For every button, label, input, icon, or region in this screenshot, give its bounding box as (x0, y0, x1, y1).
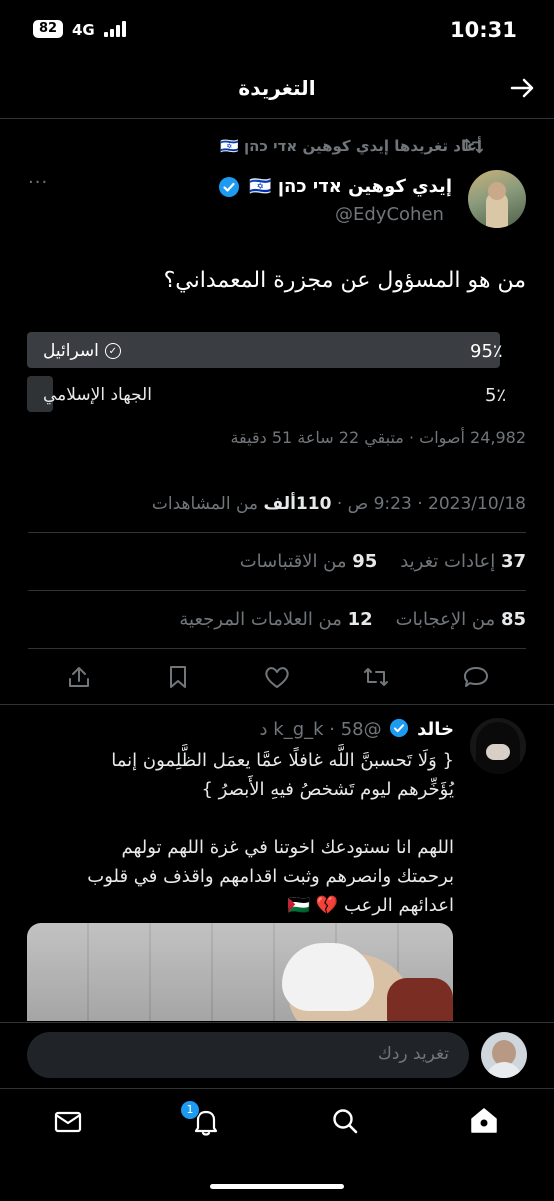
poll-option-2-label: الجهاد الإسلامي (43, 385, 152, 405)
reply-text-line: اللهم انا نستودعك اخوتنا في غزة اللهم تو… (121, 837, 454, 858)
author-avatar[interactable] (468, 170, 526, 228)
bookmarks-stat[interactable]: 12 من العلامات المرجعية (179, 609, 372, 630)
retweets-stat[interactable]: 37 إعادات تغريد (400, 551, 526, 572)
home-indicator (210, 1184, 344, 1189)
messages-envelope-icon[interactable] (53, 1108, 83, 1136)
reply-verified-badge-icon (389, 718, 409, 738)
verified-badge-icon (219, 177, 239, 197)
views-label: من المشاهدات (151, 494, 259, 514)
poll-winner-check-icon: ✓ (104, 343, 121, 359)
reply-text-line: اعدائهم الرعب 💔 🇵🇸 (287, 895, 454, 916)
reply-text-line: برحمتك وانصرهم وثبت اقدامهم واقذف في قلو… (87, 866, 454, 887)
tweet-date: 2023/10/18 (428, 494, 526, 514)
stats-divider-1 (28, 590, 526, 591)
reply-input-placeholder: تغريد ردك (377, 1044, 449, 1064)
notifications-badge: 1 (180, 1100, 200, 1120)
reply-handle[interactable]: @k_g_k (273, 719, 381, 740)
reply-author-name[interactable]: خالد (417, 719, 454, 740)
reply-icon[interactable] (462, 664, 490, 690)
reply-text-line: { وَلَا تَحسبنَّ اللَّه غافلًا عمَّا يعم… (111, 750, 454, 771)
poll-summary: 24,982 أصوات · متبقي 22 ساعة 51 دقيقة (230, 428, 526, 447)
likes-stat[interactable]: 85 من الإعجابات (396, 609, 526, 630)
home-icon[interactable] (468, 1104, 500, 1136)
poll-option-1-label: ✓اسرائيل (43, 341, 121, 361)
header-divider (0, 118, 554, 119)
more-options-icon[interactable]: ··· (28, 172, 48, 193)
reply-text-line: يُؤَخِّرهم ليوم تَشخصُ فيهِ الأَبصرُ } (201, 779, 454, 800)
network-label: 4G (72, 21, 95, 39)
quotes-stat[interactable]: 95 من الاقتباسات (240, 551, 378, 572)
tweet-meta: 2023/10/18 · 9:23 ص · 110ألف من المشاهدا… (151, 494, 526, 514)
views-count: 110ألف (263, 494, 332, 514)
reply-input[interactable]: تغريد ردك (27, 1032, 469, 1078)
reply-author-avatar[interactable] (470, 718, 526, 774)
author-name[interactable]: إيدي كوهين אדי כהן 🇮🇱 (249, 176, 452, 197)
actions-divider (0, 704, 554, 705)
stats-row-1: 37 إعادات تغريد 95 من الاقتباسات (240, 551, 526, 572)
tweet-text: من هو المسؤول عن مجزرة المعمداني؟ (163, 268, 526, 293)
tweet-time: 9:23 ص (347, 494, 412, 514)
battery-indicator: 82 (33, 20, 63, 38)
retweet-action-icon[interactable] (362, 664, 390, 690)
meta-divider (28, 532, 526, 533)
search-icon[interactable] (330, 1106, 360, 1136)
bookmark-icon[interactable] (166, 664, 190, 690)
signal-icon (104, 21, 130, 37)
page-title: التغريدة (238, 76, 316, 100)
back-arrow-icon[interactable] (508, 74, 536, 102)
current-user-avatar[interactable] (481, 1032, 527, 1078)
stats-divider-2 (28, 648, 526, 649)
reply-header: خالد @k_g_k · 58 د (259, 718, 454, 740)
status-time: 10:31 (450, 18, 517, 42)
retweet-icon (462, 138, 483, 154)
stats-row-2: 85 من الإعجابات 12 من العلامات المرجعية (179, 609, 526, 630)
author-handle[interactable]: @EdyCohen (335, 204, 444, 225)
reply-text: { وَلَا تَحسبنَّ اللَّه غافلًا عمَّا يعم… (28, 746, 454, 920)
retweet-context[interactable]: أعاد تغريدها إيدي كوهين אדי כהן 🇮🇱 (220, 137, 482, 155)
poll-option-1-percent: 95٪ (470, 341, 503, 362)
poll-option-2-percent: 5٪ (485, 385, 507, 406)
like-heart-icon[interactable] (263, 664, 291, 690)
share-icon[interactable] (66, 664, 92, 690)
reply-media-image[interactable] (27, 923, 453, 1021)
